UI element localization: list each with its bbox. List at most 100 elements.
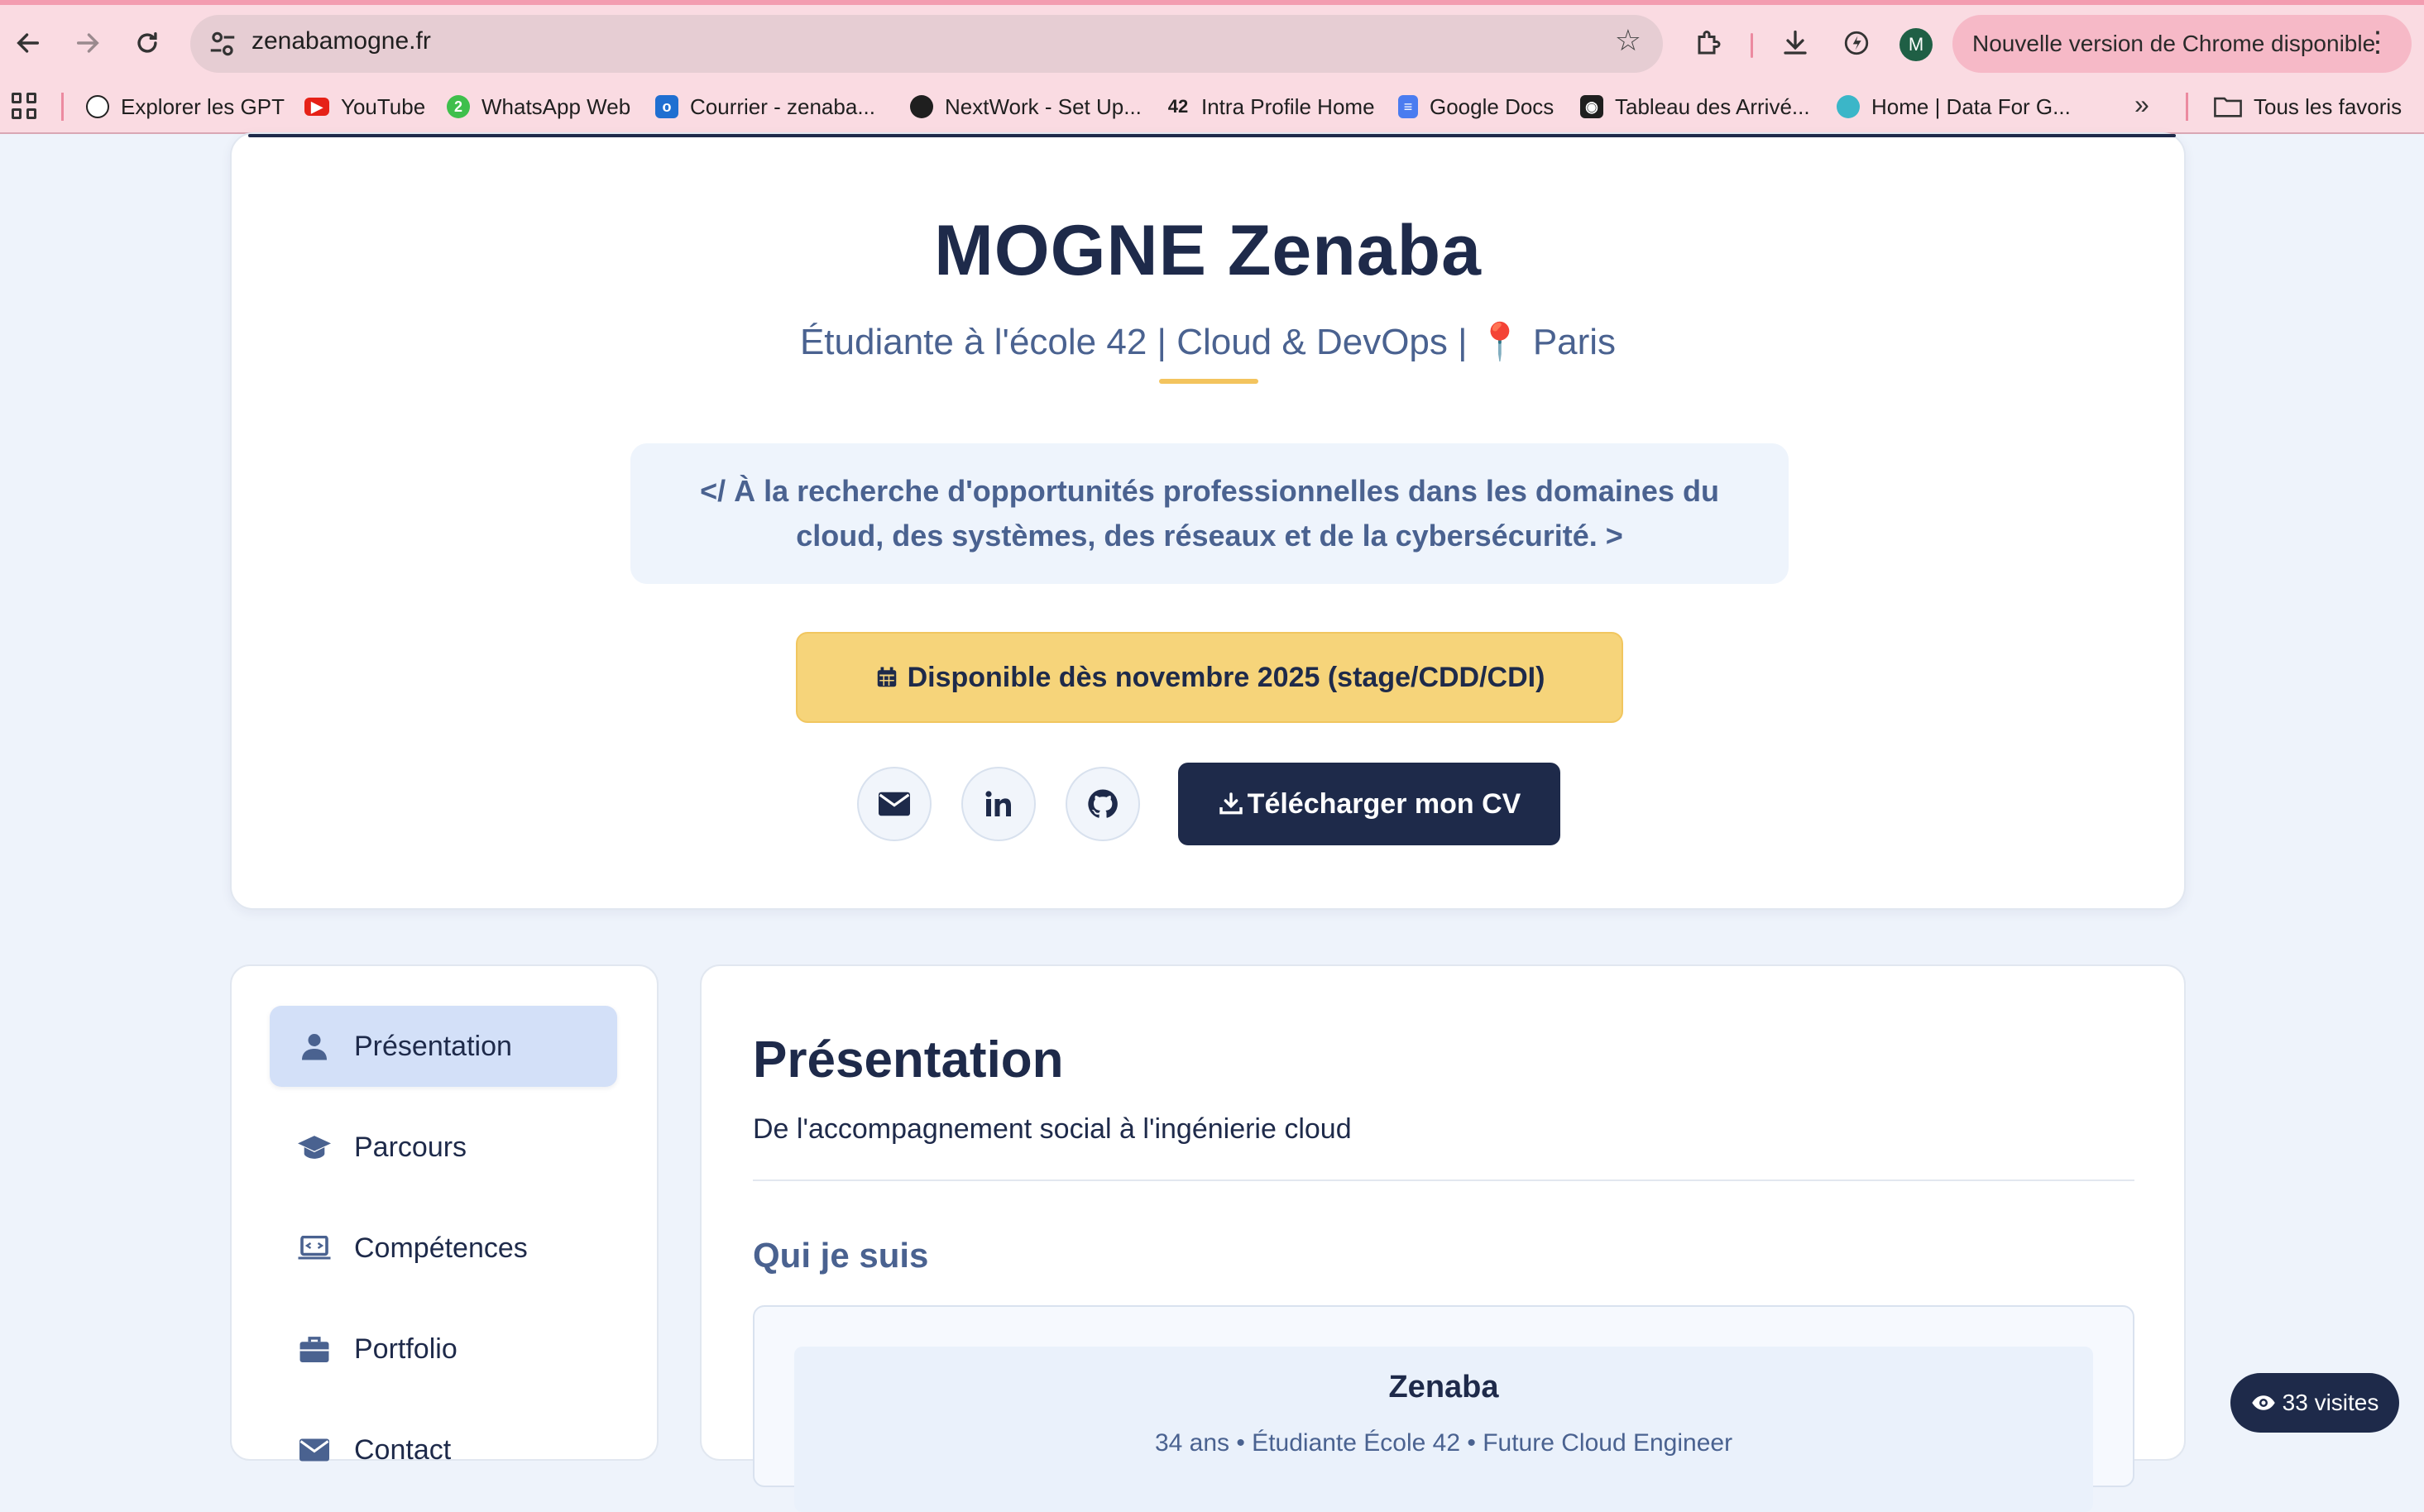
sidebar-item-label: Contact xyxy=(354,1433,452,1466)
bookmark-label: Tableau des Arrivé... xyxy=(1615,93,1810,119)
bookmark-item[interactable]: o Courrier - zenaba... xyxy=(655,91,875,122)
bookmark-label: Explorer les GPT xyxy=(121,93,285,119)
address-bar[interactable]: zenabamogne.fr ☆ xyxy=(190,15,1663,73)
bookmark-label: YouTube xyxy=(341,93,426,119)
eye-icon xyxy=(2251,1395,2275,1410)
availability-banner: Disponible dès novembre 2025 (stage/CDD/… xyxy=(796,632,1623,723)
visits-badge: 33 visites xyxy=(2230,1373,2399,1433)
visits-count: 33 visites xyxy=(2282,1390,2379,1415)
subtitle-location: Paris xyxy=(1532,322,1617,362)
bookmark-star-icon[interactable]: ☆ xyxy=(1615,23,1641,58)
cv-button-label: Télécharger mon CV xyxy=(1247,787,1521,820)
linkedin-icon xyxy=(985,791,1011,816)
section-lead: De l'accompagnement social à l'ingénieri… xyxy=(753,1113,1352,1145)
download-icon xyxy=(1219,792,1243,815)
profile-name: Zenaba xyxy=(1388,1370,1499,1404)
section-sidebar: Présentation Parcours Compétences Portfo… xyxy=(230,964,659,1466)
bookmark-item[interactable]: 2 WhatsApp Web xyxy=(447,91,630,122)
bookmark-item[interactable]: ▶ YouTube xyxy=(304,91,425,122)
page-title: MOGNE Zenaba xyxy=(934,211,1482,290)
bookmark-item[interactable]: Explorer les GPT xyxy=(86,91,285,122)
nextwork-icon xyxy=(910,95,933,118)
42-icon: 42 xyxy=(1167,96,1189,117)
title-underline xyxy=(1159,379,1258,384)
google-docs-icon: ≡ xyxy=(1398,95,1418,118)
sidebar-item-portfolio[interactable]: Portfolio xyxy=(270,1309,617,1390)
calendar-icon xyxy=(877,667,896,687)
bookmark-item[interactable]: ◉ Tableau des Arrivé... xyxy=(1580,91,1810,122)
sidebar-item-presentation[interactable]: Présentation xyxy=(270,1006,617,1087)
availability-text: Disponible dès novembre 2025 (stage/CDD/… xyxy=(907,661,1545,693)
tableau-icon: ◉ xyxy=(1580,95,1603,118)
bookmarks-bar: Explorer les GPT ▶ YouTube 2 WhatsApp We… xyxy=(0,79,2424,134)
profile-avatar[interactable]: M xyxy=(1899,28,1933,61)
site-settings-icon[interactable] xyxy=(207,28,238,60)
bookmark-label: NextWork - Set Up... xyxy=(945,93,1142,119)
bookmark-label: Google Docs xyxy=(1430,93,1555,119)
browser-toolbar: zenabamogne.fr ☆ M Nouvelle version de C… xyxy=(0,0,2424,79)
toolbar-separator xyxy=(1751,33,1753,58)
all-bookmarks-folder[interactable]: Tous les favoris xyxy=(2214,91,2402,122)
bookmark-item[interactable]: Home | Data For G... xyxy=(1837,91,2071,122)
envelope-icon xyxy=(298,1438,331,1462)
sidebar-item-contact[interactable]: Contact xyxy=(270,1409,617,1490)
sidebar-item-label: Portfolio xyxy=(354,1333,457,1365)
subtitle-text: Étudiante à l'école 42 | Cloud & DevOps … xyxy=(799,322,1468,362)
location-pin-icon: 📍 xyxy=(1477,322,1523,362)
youtube-icon: ▶ xyxy=(304,98,329,116)
sidebar-item-label: Compétences xyxy=(354,1232,528,1264)
update-label: Nouvelle version de Chrome disponible xyxy=(1972,31,2376,56)
more-menu-icon[interactable]: ⋮ xyxy=(2364,28,2392,56)
envelope-icon xyxy=(879,792,910,816)
download-cv-button[interactable]: Télécharger mon CV xyxy=(1178,763,1560,845)
github-icon xyxy=(1088,789,1118,818)
bookmark-item[interactable]: 42 Intra Profile Home xyxy=(1166,91,1375,122)
apps-grid-icon[interactable] xyxy=(12,93,38,119)
linkedin-button[interactable] xyxy=(961,767,1036,841)
bookmark-separator xyxy=(2186,93,2188,121)
download-icon[interactable] xyxy=(1774,22,1817,65)
section-title: Présentation xyxy=(753,1031,1064,1089)
sidebar-item-label: Parcours xyxy=(354,1131,467,1163)
bookmark-item[interactable]: ≡ Google Docs xyxy=(1398,91,1554,122)
github-button[interactable] xyxy=(1066,767,1140,841)
hero-accent-line xyxy=(248,134,2176,137)
job-search-quote: </ À la recherche d'opportunités profess… xyxy=(630,443,1789,584)
sidebar-item-label: Présentation xyxy=(354,1030,512,1062)
bookmark-label: Intra Profile Home xyxy=(1201,93,1375,119)
chrome-update-button[interactable]: Nouvelle version de Chrome disponible ⋮ xyxy=(1952,15,2412,73)
whatsapp-icon: 2 xyxy=(447,95,470,118)
outlook-icon: o xyxy=(655,95,678,118)
profile-card: Zenaba 34 ans • Étudiante École 42 • Fut… xyxy=(753,1305,2134,1512)
hero-card: MOGNE Zenaba Étudiante à l'école 42 | Cl… xyxy=(230,132,2186,910)
more-bookmarks-icon[interactable]: » xyxy=(2134,89,2149,120)
reload-icon[interactable] xyxy=(124,20,170,66)
bookmark-label: Courrier - zenaba... xyxy=(690,93,875,119)
sidebar-item-parcours[interactable]: Parcours xyxy=(270,1107,617,1188)
briefcase-icon xyxy=(298,1336,331,1362)
profile-details: 34 ans • Étudiante École 42 • Future Clo… xyxy=(1154,1429,1733,1457)
graduation-cap-icon xyxy=(298,1135,331,1160)
url-text[interactable]: zenabamogne.fr xyxy=(252,27,431,55)
profile-card-inner: Zenaba 34 ans • Étudiante École 42 • Fut… xyxy=(794,1347,2093,1512)
back-icon[interactable] xyxy=(5,20,51,66)
user-icon xyxy=(298,1032,331,1060)
bookmark-label: Home | Data For G... xyxy=(1871,93,2071,119)
forward-icon[interactable] xyxy=(65,20,111,66)
hero-subtitle: Étudiante à l'école 42 | Cloud & DevOps … xyxy=(232,320,2184,363)
divider xyxy=(753,1179,2134,1181)
laptop-code-icon xyxy=(298,1236,331,1261)
extensions-icon[interactable] xyxy=(1688,22,1731,65)
email-button[interactable] xyxy=(857,767,932,841)
folder-icon xyxy=(2214,97,2242,117)
bookmark-label: Tous les favoris xyxy=(2254,93,2402,119)
openai-icon xyxy=(86,95,109,118)
sidebar-item-competences[interactable]: Compétences xyxy=(270,1208,617,1289)
subsection-title: Qui je suis xyxy=(753,1236,929,1275)
dataforgood-icon xyxy=(1837,95,1860,118)
bookmark-item[interactable]: NextWork - Set Up... xyxy=(910,91,1142,122)
performance-icon[interactable] xyxy=(1835,22,1878,65)
bookmark-label: WhatsApp Web xyxy=(481,93,631,119)
main-content: Présentation De l'accompagnement social … xyxy=(700,964,2186,1512)
bookmark-separator xyxy=(61,93,64,121)
